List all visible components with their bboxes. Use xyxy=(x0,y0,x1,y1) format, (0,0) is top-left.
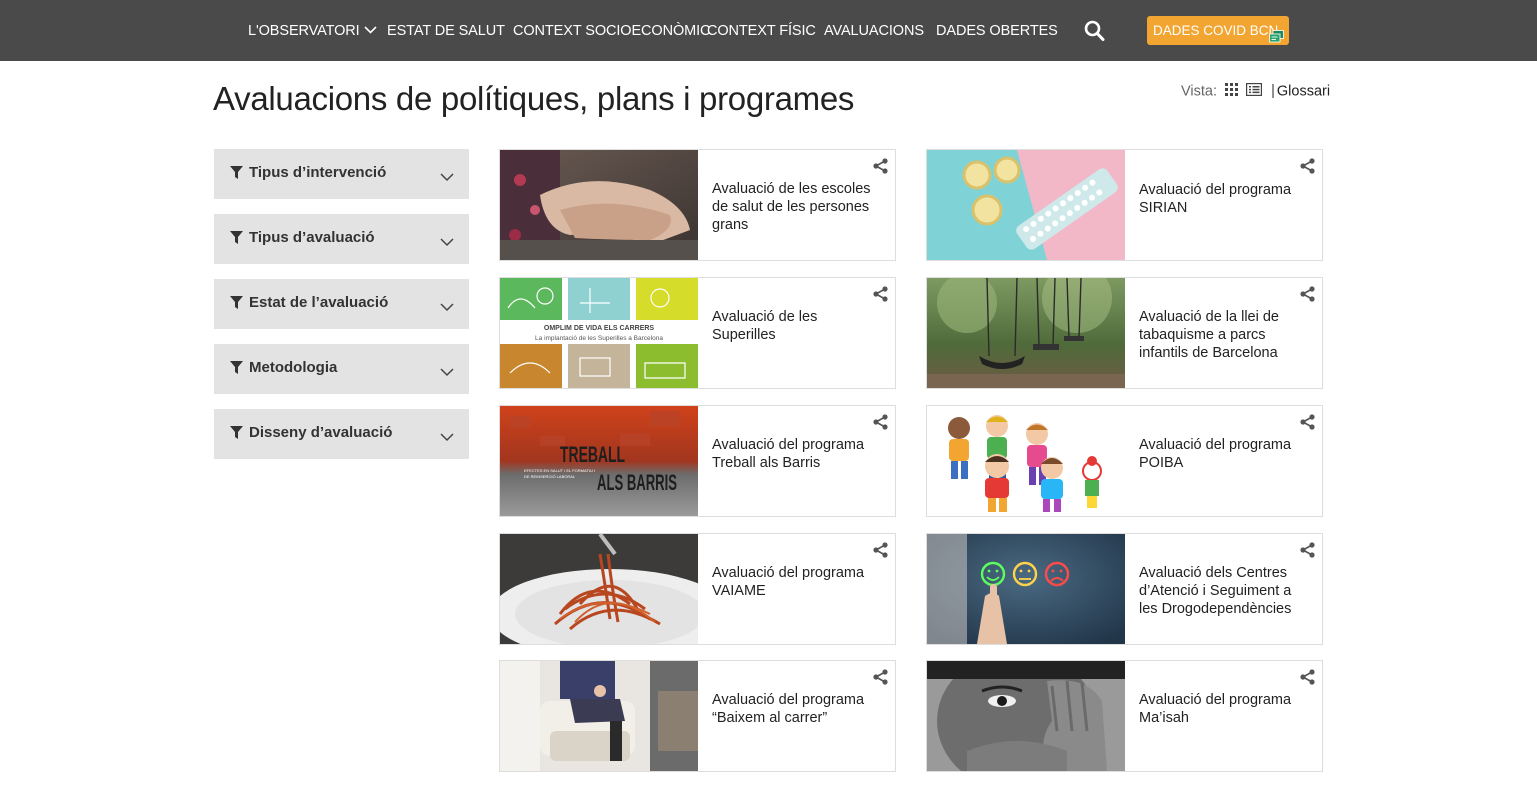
nav-item-context-socioeconomic[interactable]: CONTEXT SOCIOECONÒMIC xyxy=(513,20,711,42)
chevron-down-icon xyxy=(440,364,454,382)
nav-item-dades-obertes[interactable]: DADES OBERTES xyxy=(936,20,1058,42)
view-label: Vista: xyxy=(1181,83,1218,100)
card-title: Avaluació de les Superilles xyxy=(712,309,818,343)
card-title: Avaluació del programa SIRIAN xyxy=(1139,182,1292,216)
share-icon[interactable] xyxy=(1300,669,1315,690)
poster-word-treball: TREBALL xyxy=(560,442,625,467)
playground-swings-photo xyxy=(927,278,1125,388)
filter-disseny-avaluacio[interactable]: Disseny d’avaluació xyxy=(214,409,469,459)
superilles-poster: OMPLIM DE VIDA ELS CARRERS La implantaci… xyxy=(500,278,698,388)
evaluation-card[interactable]: TREBALL EFECTES EN SALUT I EL FORMATIU I… xyxy=(499,405,896,517)
filter-icon xyxy=(230,231,243,250)
view-separator: | xyxy=(1271,83,1275,100)
poster-small-line-1: EFECTES EN SALUT I EL FORMATIU I xyxy=(524,468,595,473)
poster-small-line-2: DE REINSERCIÓ LABORAL xyxy=(524,474,576,479)
chevron-down-icon xyxy=(440,169,454,187)
filter-icon xyxy=(230,296,243,315)
card-title: Avaluació de la llei de tabaquisme a par… xyxy=(1139,309,1279,361)
card-title: Avaluació del programa Ma’isah xyxy=(1139,692,1292,726)
filter-icon xyxy=(230,166,243,185)
covid-data-button[interactable]: DADES COVID BCN xyxy=(1147,16,1289,45)
contraceptives-photo xyxy=(927,150,1125,260)
poster-word-als-barris: ALS BARRIS xyxy=(597,470,677,495)
share-icon[interactable] xyxy=(873,542,888,563)
filter-label: Disseny d’avaluació xyxy=(249,424,393,441)
top-navigation-bar: L'OBSERVATORI ESTAT DE SALUT CONTEXT SOC… xyxy=(0,0,1537,61)
nav-item-label: L'OBSERVATORI xyxy=(248,23,360,39)
card-title: Avaluació del programa “Baixem al carrer… xyxy=(712,692,865,726)
card-title: Avaluació de les escoles de salut de les… xyxy=(712,181,871,233)
chevron-down-icon xyxy=(364,19,377,41)
dashboard-icon xyxy=(1269,24,1284,53)
chevron-down-icon xyxy=(440,299,454,317)
filter-label: Tipus d’avaluació xyxy=(249,229,375,246)
filter-icon xyxy=(230,361,243,380)
card-title: Avaluació del programa POIBA xyxy=(1139,437,1292,471)
evaluation-card[interactable]: Avaluació de la llei de tabaquisme a par… xyxy=(926,277,1323,389)
evaluation-card[interactable]: Avaluació del programa POIBA xyxy=(926,405,1323,517)
chevron-down-icon xyxy=(440,429,454,447)
view-toolbar: Vista: | Glossari xyxy=(1181,83,1330,103)
poster-headline: OMPLIM DE VIDA ELS CARRERS xyxy=(544,325,655,332)
evaluation-card[interactable]: OMPLIM DE VIDA ELS CARRERS La implantaci… xyxy=(499,277,896,389)
chevron-down-icon xyxy=(440,234,454,252)
share-icon[interactable] xyxy=(873,286,888,307)
search-icon[interactable] xyxy=(1084,19,1106,43)
evaluation-card[interactable]: Avaluació del programa Ma’isah xyxy=(926,660,1323,772)
filter-tipus-intervencio[interactable]: Tipus d’intervenció xyxy=(214,149,469,199)
glossary-link[interactable]: Glossari xyxy=(1277,83,1330,99)
card-title: Avaluació dels Centres d’Atenció i Segui… xyxy=(1139,565,1292,617)
list-icon[interactable] xyxy=(1246,83,1263,100)
spaghetti-photo xyxy=(500,534,698,644)
filter-label: Estat de l’avaluació xyxy=(249,294,389,311)
share-icon[interactable] xyxy=(1300,286,1315,307)
filter-estat-avaluacio[interactable]: Estat de l’avaluació xyxy=(214,279,469,329)
nav-item-estat-de-salut[interactable]: ESTAT DE SALUT xyxy=(387,20,505,42)
children-illustration xyxy=(927,406,1125,516)
filter-icon xyxy=(230,426,243,445)
share-icon[interactable] xyxy=(1300,158,1315,179)
covid-button-label: DADES COVID BCN xyxy=(1153,23,1279,38)
elderly-hands-photo xyxy=(500,150,698,260)
grid-icon[interactable] xyxy=(1225,83,1239,100)
card-title: Avaluació del programa VAIAME xyxy=(712,565,865,599)
satisfaction-faces-photo xyxy=(927,534,1125,644)
face-hand-photo xyxy=(927,661,1125,771)
stairlift-photo xyxy=(500,661,698,771)
share-icon[interactable] xyxy=(873,414,888,435)
share-icon[interactable] xyxy=(873,158,888,179)
nav-item-avaluacions[interactable]: AVALUACIONS xyxy=(824,20,924,42)
nav-item-context-fisic[interactable]: CONTEXT FÍSIC xyxy=(707,20,816,42)
share-icon[interactable] xyxy=(1300,414,1315,435)
evaluation-card[interactable]: Avaluació del programa VAIAME xyxy=(499,533,896,645)
poster-subtitle: La implantació de les Superilles a Barce… xyxy=(535,335,663,342)
treball-barris-poster: TREBALL EFECTES EN SALUT I EL FORMATIU I… xyxy=(500,406,698,516)
card-title: Avaluació del programa Treball als Barri… xyxy=(712,437,865,471)
evaluation-card[interactable]: Avaluació de les escoles de salut de les… xyxy=(499,149,896,261)
nav-item-observatori[interactable]: L'OBSERVATORI xyxy=(248,20,377,42)
share-icon[interactable] xyxy=(873,669,888,690)
filter-metodologia[interactable]: Metodologia xyxy=(214,344,469,394)
page-title: Avaluacions de polítiques, plans i progr… xyxy=(213,80,855,117)
evaluation-card[interactable]: Avaluació del programa SIRIAN xyxy=(926,149,1323,261)
share-icon[interactable] xyxy=(1300,542,1315,563)
filter-label: Tipus d’intervenció xyxy=(249,164,387,181)
filter-label: Metodologia xyxy=(249,359,338,376)
filter-tipus-avaluacio[interactable]: Tipus d’avaluació xyxy=(214,214,469,264)
evaluation-card[interactable]: Avaluació del programa “Baixem al carrer… xyxy=(499,660,896,772)
evaluation-card[interactable]: Avaluació dels Centres d’Atenció i Segui… xyxy=(926,533,1323,645)
